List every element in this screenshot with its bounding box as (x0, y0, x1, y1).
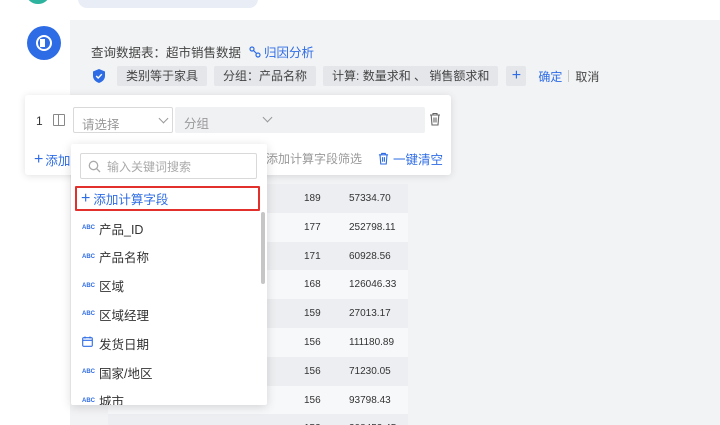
attribution-icon (249, 45, 261, 58)
filter-chip[interactable]: 类别等于家具 (117, 66, 208, 86)
row-sales: 126046.33 (349, 279, 397, 291)
group-select[interactable]: 分组 (175, 107, 425, 133)
add-calc-filter-button[interactable]: 添加计算字段筛选 (266, 150, 362, 167)
row-quantity: 156 (304, 365, 321, 377)
row-sales: 111180.89 (349, 336, 395, 348)
text-type-icon: ABC (82, 253, 95, 260)
field-item[interactable]: ABC 城市 (82, 391, 124, 405)
attribution-label: 归因分析 (264, 46, 315, 60)
calc-chip[interactable]: 计算: 数量求和 、 销售额求和 (323, 66, 499, 86)
cancel-button[interactable]: 取消 (575, 68, 599, 85)
field-item[interactable]: ABC 产品名称 (82, 247, 149, 267)
search-box (80, 153, 257, 179)
add-calc-field-button[interactable]: + 添加计算字段 (75, 186, 260, 211)
row-sales: 71230.05 (349, 365, 391, 377)
trash-icon (378, 152, 389, 165)
attribution-analysis-link[interactable]: 归因分析 (249, 42, 314, 61)
search-icon (88, 160, 101, 173)
field-select[interactable]: 请选择 (73, 107, 173, 133)
app-logo-icon[interactable] (27, 26, 61, 60)
add-calc-field-label: 添加计算字段 (93, 193, 169, 207)
top-tab-partial[interactable] (78, 0, 258, 8)
query-info: 查询数据表：超市销售数据 归因分析 (91, 42, 314, 61)
row-quantity: 159 (304, 308, 321, 320)
field-label: 产品_ID (99, 222, 144, 237)
chevron-down-icon (158, 113, 169, 124)
trash-icon[interactable] (429, 112, 441, 126)
add-group-button[interactable]: + 添加 (34, 150, 70, 169)
row-quantity: 171 (304, 250, 321, 262)
left-nav (0, 0, 70, 425)
field-item[interactable]: ABC 产品_ID (82, 218, 143, 238)
plus-icon: + (81, 189, 91, 207)
calendar-icon (82, 336, 99, 350)
row-sales: 57334.70 (349, 193, 391, 204)
dropdown-scrollbar[interactable] (261, 212, 265, 284)
row-quantity: 189 (304, 193, 321, 204)
text-type-icon: ABC (82, 311, 95, 318)
row-sales: 93798.43 (349, 394, 391, 406)
search-input[interactable] (107, 158, 252, 175)
row-quantity: 156 (304, 394, 321, 406)
condition-chips: 类别等于家具 分组：产品名称 计算: 数量求和 、 销售额求和 + 确定 取消 (91, 66, 599, 86)
field-select-placeholder: 请选择 (82, 118, 120, 132)
field-item[interactable]: 发货日期 (82, 333, 149, 353)
query-table-label: 查询数据表：超市销售数据 (91, 46, 242, 60)
clear-all-button[interactable]: 一键清空 (378, 149, 443, 168)
confirm-button[interactable]: 确定 (538, 68, 562, 85)
row-quantity: 168 (304, 279, 321, 291)
plus-icon: + (34, 150, 44, 168)
clear-all-label: 一键清空 (393, 153, 444, 167)
field-item[interactable]: ABC 区域经理 (82, 304, 149, 324)
field-label: 城市 (99, 395, 125, 405)
field-item[interactable]: ABC 区域 (82, 276, 124, 296)
text-type-icon: ABC (82, 369, 95, 375)
group-select-placeholder: 分组 (184, 117, 210, 131)
row-quantity: 156 (304, 336, 321, 348)
row-sales: 27013.17 (349, 308, 391, 320)
field-label: 区域 (99, 280, 125, 295)
add-condition-button[interactable]: + (506, 66, 527, 86)
text-type-icon: ABC (82, 397, 95, 404)
add-group-label: 添加 (45, 154, 71, 168)
field-label: 产品名称 (99, 251, 150, 266)
row-sales: 60928.56 (349, 250, 391, 262)
text-type-icon: ABC (82, 282, 95, 289)
column-icon (53, 114, 65, 126)
field-label: 区域经理 (99, 308, 150, 323)
table-row[interactable]: Harbour Creations 扶手椅, 每套两件153308452.45 (108, 414, 408, 425)
shield-icon (93, 69, 105, 83)
row-quantity: 177 (304, 221, 321, 233)
row-sales: 252798.11 (349, 221, 396, 233)
field-dropdown: +添加计算字段 ABC 产品_ID ABC 产品名称 ABC 区域 ABC 区域经理发货日期 A… (71, 144, 267, 405)
chevron-down-icon (262, 112, 273, 123)
divider (568, 70, 570, 82)
text-type-icon: ABC (82, 225, 95, 231)
row-index: 1 (36, 114, 43, 128)
group-chip[interactable]: 分组：产品名称 (214, 66, 317, 86)
field-label: 发货日期 (99, 337, 150, 352)
field-label: 国家/地区 (99, 366, 153, 381)
field-item[interactable]: ABC 国家/地区 (82, 362, 152, 382)
